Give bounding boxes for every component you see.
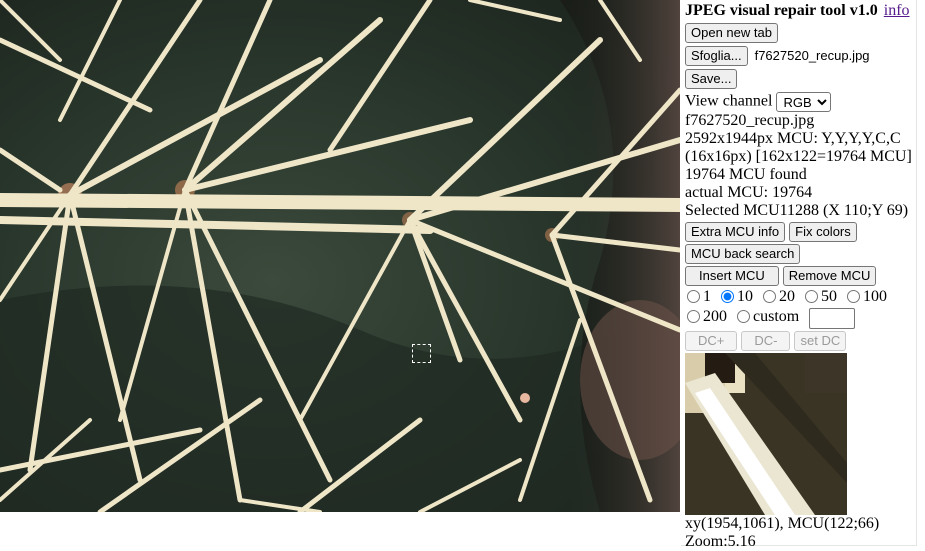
view-channel-label: View channel (685, 92, 773, 110)
remove-mcu-button[interactable]: Remove MCU (782, 266, 877, 286)
dc-minus-button[interactable]: DC- (741, 331, 791, 351)
control-panel: JPEG visual repair tool v1.0 info Open n… (681, 0, 917, 550)
step-option[interactable]: 50 (803, 288, 837, 305)
info-link[interactable]: info (884, 2, 910, 19)
save-button[interactable]: Save... (685, 69, 738, 89)
step-option[interactable]: 10 (719, 288, 753, 305)
set-dc-button[interactable]: set DC (794, 331, 847, 351)
dc-plus-button[interactable]: DC+ (685, 331, 738, 351)
step-option[interactable]: 1 (685, 288, 711, 305)
custom-step-input[interactable] (809, 308, 856, 329)
file-dimensions-text: 2592x1944px MCU: Y,Y,Y,Y,C,C (685, 130, 901, 147)
step-option[interactable]: 20 (761, 288, 795, 305)
mcu-found-text: 19764 MCU found (685, 166, 807, 183)
mcu-grid-text: (16x16px) [162x122=19764 MCU] (685, 148, 912, 165)
extra-mcu-info-button[interactable]: Extra MCU info (685, 222, 786, 242)
step-option-custom[interactable]: custom (735, 308, 799, 325)
actual-mcu-text: actual MCU: 19764 (685, 184, 813, 201)
zoom-level-text: Zoom:5.16 (685, 533, 756, 550)
selected-mcu-text: Selected MCU11288 (X 110;Y 69) (685, 202, 909, 219)
mcu-selection-marker (412, 344, 431, 363)
step-option[interactable]: 200 (685, 308, 727, 325)
file-name-text: f7627520_recup.jpg (685, 112, 815, 129)
browse-button[interactable]: Sfoglia... (685, 46, 748, 66)
cursor-coords-text: xy(1954,1061), MCU(122;66) (685, 515, 880, 532)
app-title: JPEG visual repair tool v1.0 (685, 2, 878, 19)
insert-mcu-button[interactable]: Insert MCU (685, 266, 779, 286)
cactus-photo (0, 0, 680, 512)
mcu-back-search-button[interactable]: MCU back search (685, 244, 801, 264)
fix-colors-button[interactable]: Fix colors (789, 222, 857, 242)
mcu-zoom-preview (685, 353, 847, 515)
view-channel-select[interactable]: RGB (776, 92, 832, 112)
open-new-tab-button[interactable]: Open new tab (685, 23, 778, 43)
mcu-zoom-image (685, 353, 847, 515)
app-title-row: JPEG visual repair tool v1.0 info (685, 2, 916, 20)
step-option[interactable]: 100 (845, 288, 887, 305)
image-canvas[interactable] (0, 0, 680, 512)
selected-filename: f7627520_recup.jpg (754, 47, 870, 63)
step-radio-group: 1 10 20 50 100 (685, 288, 916, 306)
